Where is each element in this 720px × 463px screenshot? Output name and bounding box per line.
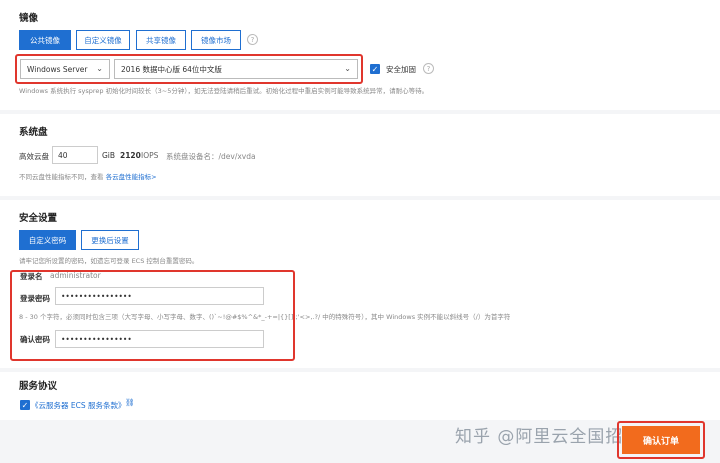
image-section: 镜像 公共镜像 自定义镜像 共享镜像 镜像市场 ? Windows Server… bbox=[0, 0, 720, 110]
security-note: 请牢记您所设置的密码，如遗忘可登录 ECS 控制台重置密码。 bbox=[19, 257, 199, 265]
confirm-order-highlight bbox=[617, 421, 705, 459]
agreement-section-title: 服务协议 bbox=[19, 381, 58, 392]
watermark-text: 知乎 @阿里云全国招募 bbox=[455, 427, 642, 447]
disk-iops-value: 2120 bbox=[120, 151, 141, 160]
os-selection-highlight bbox=[15, 54, 363, 84]
disk-device-label: 系统盘设备名：/dev/xvda bbox=[166, 152, 256, 161]
tab-shared-image[interactable]: 共享镜像 bbox=[136, 30, 186, 50]
login-fields-highlight bbox=[10, 270, 295, 361]
security-hardening-label: 安全加固 bbox=[386, 65, 416, 74]
agreement-section: 服务协议 ✓ 《云服务器 ECS 服务条款》 ⛓ bbox=[0, 372, 720, 420]
security-section-title: 安全设置 bbox=[19, 213, 58, 224]
disk-unit: GiB bbox=[102, 151, 116, 160]
image-note: Windows 系统执行 sysprep 初始化时间较长（3~5分钟），如无法登… bbox=[19, 87, 429, 95]
disk-section: 系统盘 高效云盘 40 GiB 2120 IOPS 系统盘设备名：/dev/xv… bbox=[0, 114, 720, 196]
help-icon[interactable]: ? bbox=[247, 34, 258, 45]
ecs-terms-link[interactable]: 《云服务器 ECS 服务条款》 bbox=[31, 400, 126, 411]
tab-custom-password[interactable]: 自定义密码 bbox=[19, 230, 76, 250]
tab-custom-image[interactable]: 自定义镜像 bbox=[76, 30, 130, 50]
tab-public-image[interactable]: 公共镜像 bbox=[19, 30, 71, 50]
disk-type-label: 高效云盘 bbox=[19, 152, 49, 161]
security-hardening-checkbox[interactable]: ✓ bbox=[370, 64, 380, 74]
security-section: 安全设置 自定义密码 更换后设置 请牢记您所设置的密码，如遗忘可登录 ECS 控… bbox=[0, 200, 720, 368]
disk-note: 不同云盘性能指标不同，查看 各云盘性能指标> bbox=[19, 171, 157, 181]
agreement-checkbox[interactable]: ✓ bbox=[20, 400, 30, 410]
tab-set-later[interactable]: 更换后设置 bbox=[81, 230, 139, 250]
disk-section-title: 系统盘 bbox=[19, 127, 48, 138]
help-icon[interactable]: ? bbox=[423, 63, 434, 74]
disk-note-text: 不同云盘性能指标不同，查看 bbox=[19, 173, 104, 181]
disk-performance-link[interactable]: 各云盘性能指标> bbox=[106, 173, 157, 181]
disk-size-input[interactable]: 40 bbox=[52, 146, 98, 164]
image-section-title: 镜像 bbox=[19, 13, 39, 24]
disk-iops-unit: IOPS bbox=[141, 151, 159, 160]
tab-image-market[interactable]: 镜像市场 bbox=[191, 30, 241, 50]
external-link-icon[interactable]: ⛓ bbox=[125, 398, 135, 407]
